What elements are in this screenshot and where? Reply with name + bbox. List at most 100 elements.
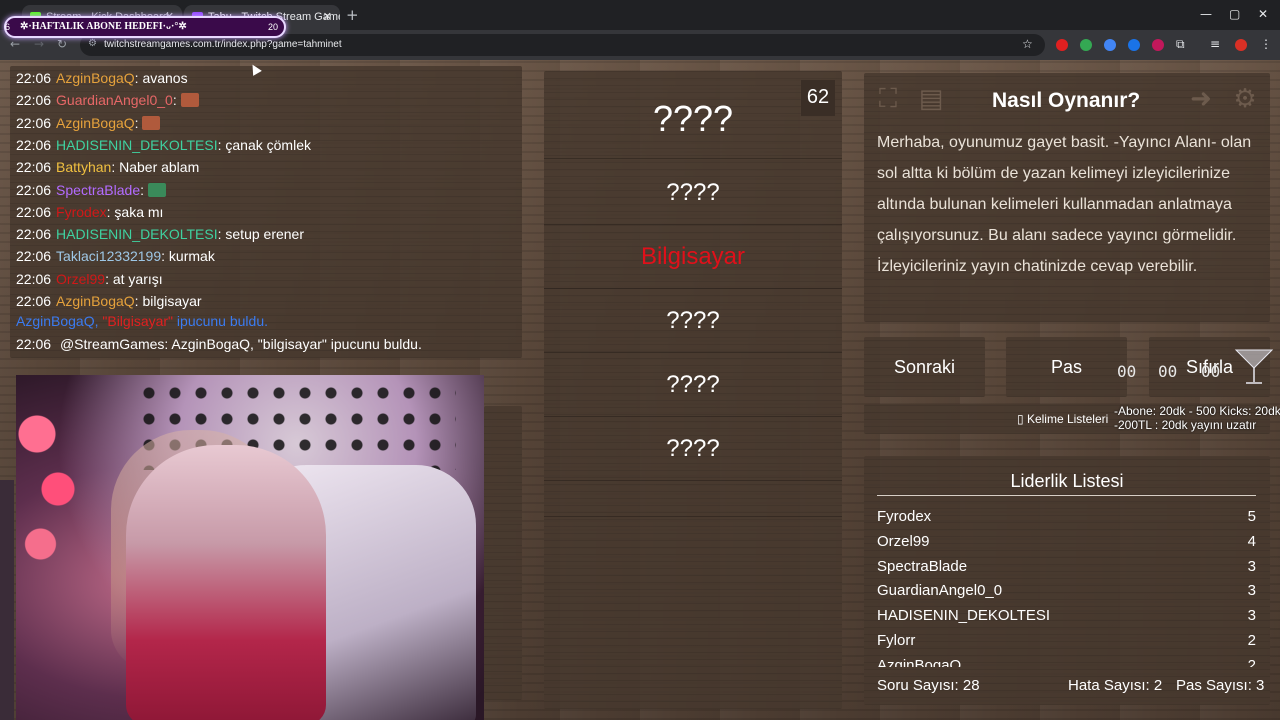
chat-message: 22:06 AzginBogaQ: bilgisayar — [16, 293, 202, 309]
chat-username[interactable]: AzginBogaQ — [56, 293, 135, 309]
extension-shield-icon[interactable] — [1080, 39, 1092, 51]
chat-message: 22:06 GuardianAngel0_0: — [16, 92, 199, 108]
bot-text: AzginBogaQ, "bilgisayar" ipucunu buldu. — [171, 336, 422, 352]
chat-text: kurmak — [168, 248, 215, 265]
main-word: ???? — [652, 98, 734, 139]
chat-username[interactable]: AzginBogaQ — [56, 115, 135, 131]
chat-text: setup erener — [225, 226, 304, 243]
chat-username[interactable]: HADISENIN_DEKOLTESI — [56, 226, 218, 242]
extension-icon[interactable] — [1128, 39, 1140, 51]
chat-message: 22:06 AzginBogaQ: — [16, 114, 161, 131]
question-count: Soru Sayısı: 28 — [877, 677, 980, 694]
chat-username[interactable]: AzginBogaQ — [56, 70, 135, 86]
message-time: 22:06 — [16, 92, 52, 109]
chat-emote-icon — [180, 93, 199, 108]
forward-icon[interactable]: → — [34, 37, 44, 51]
chat-message: 22:06 Orzel99: at yarışı — [16, 271, 163, 287]
webcam-streamer — [126, 445, 326, 720]
site-info-icon[interactable]: ⚙ — [88, 38, 97, 49]
chat-username[interactable]: Taklaci12332199 — [56, 248, 161, 264]
timer-digits: 00 — [1117, 362, 1137, 381]
hint-word: ???? — [666, 371, 720, 398]
leaderboard-score: 2 — [1247, 632, 1256, 649]
chat-username[interactable]: HADISENIN_DEKOLTESI — [56, 137, 218, 153]
hint-word-revealed: Bilgisayar — [640, 243, 746, 270]
chat-message: 22:06 Fyrodex: şaka mı — [16, 204, 163, 220]
hint-word: ???? — [666, 307, 720, 334]
leaderboard-row: Orzel99 4 — [877, 533, 1256, 551]
settings-gear-icon[interactable]: ⚙ — [1230, 84, 1260, 114]
chat-text: çanak çömlek — [225, 136, 311, 153]
extension-icon[interactable] — [1104, 39, 1116, 51]
media-icon[interactable]: ≡ — [1210, 37, 1220, 51]
bot-message: 22:06 @StreamGames: AzginBogaQ, "bilgisa… — [16, 336, 422, 352]
chat-message: 22:06 AzginBogaQ: avanos — [16, 70, 188, 86]
fullscreen-icon[interactable]: ⛶ — [873, 84, 903, 114]
bookmark-star-icon[interactable]: ☆ — [1022, 37, 1033, 51]
maximize-icon[interactable]: ▢ — [1229, 7, 1240, 21]
chat-separator: : — [161, 248, 169, 265]
how-to-play-title: Nasıl Oynanır? — [992, 89, 1141, 112]
pass-button[interactable]: Pas — [1006, 337, 1127, 397]
profile-avatar-icon[interactable] — [1235, 39, 1247, 51]
extension-icon[interactable] — [1056, 39, 1068, 51]
sub-goal-overlay: 6 ✲·HAFTALIK ABONE HEDEFI·ᴗ·°✲ 20 — [4, 16, 286, 38]
system-found-word: "Bilgisayar" — [102, 313, 174, 329]
leaderboard-score: 3 — [1247, 582, 1256, 600]
notes-icon[interactable]: ▤ — [916, 84, 946, 114]
message-time: 22:06 — [16, 159, 52, 176]
back-icon[interactable]: ← — [10, 37, 20, 51]
chat-message: 22:06 Battyhan: Naber ablam — [16, 159, 199, 175]
cocktail-glass-icon — [1234, 349, 1274, 384]
leaderboard-panel — [864, 456, 1270, 705]
leaderboard-name: GuardianAngel0_0 — [877, 582, 1003, 600]
divider — [544, 158, 842, 159]
leaderboard-score: 2 — [1247, 656, 1256, 667]
leaderboard-divider — [877, 495, 1256, 496]
menu-kebab-icon[interactable]: ⋮ — [1260, 37, 1272, 51]
message-time: 22:06 — [16, 114, 52, 131]
word-lists-button[interactable]: ▯ Kelime Listeleri — [1017, 412, 1108, 426]
chat-username[interactable]: Battyhan — [56, 159, 111, 175]
divider — [544, 416, 842, 417]
chat-separator: : — [134, 114, 143, 131]
timer-digits: 00 — [1201, 362, 1221, 381]
chat-separator: : — [172, 92, 181, 109]
divider — [544, 352, 842, 353]
chat-text: at yarışı — [112, 270, 163, 287]
chat-text: şaka mı — [114, 203, 164, 220]
message-time: 22:06 — [16, 70, 52, 86]
divider — [544, 480, 842, 481]
chat-username[interactable]: Orzel99 — [56, 271, 105, 287]
divider — [544, 516, 842, 517]
close-tab-icon[interactable]: ✕ — [323, 10, 332, 23]
chat-username[interactable]: SpectraBlade — [56, 182, 140, 198]
new-tab-icon[interactable]: + — [346, 6, 359, 24]
next-button[interactable]: Sonraki — [864, 337, 985, 397]
reload-icon[interactable]: ↻ — [57, 37, 67, 51]
chat-username[interactable]: Fyrodex — [56, 204, 107, 220]
minimize-icon[interactable]: — — [1200, 7, 1212, 21]
leaderboard-name: Fylorr — [877, 632, 916, 649]
how-to-play-text: Merhaba, oyunumuz gayet basit. -Yayıncı … — [877, 134, 1252, 275]
close-window-icon[interactable]: ✕ — [1258, 7, 1268, 21]
extensions-puzzle-icon[interactable]: ⧉ — [1176, 37, 1185, 52]
message-time: 22:06 — [16, 136, 52, 153]
leaderboard-score: 3 — [1247, 557, 1256, 575]
sub-goal-text: ✲·HAFTALIK ABONE HEDEFI·ᴗ·°✲ — [20, 21, 187, 32]
extension-icon[interactable] — [1152, 39, 1164, 51]
exit-icon[interactable]: ➜ — [1186, 84, 1216, 114]
system-found-suffix: ipucunu buldu. — [176, 313, 268, 329]
chat-message: 22:06 HADISENIN_DEKOLTESI: çanak çömlek — [16, 137, 311, 153]
sub-extension-info: -Abone: 20dk - 500 Kicks: 20dk -200TL : … — [1114, 404, 1280, 432]
message-time: 22:06 — [16, 248, 52, 265]
leaderboard-row: SpectraBlade 3 — [877, 558, 1256, 576]
hint-word: ???? — [666, 435, 720, 462]
leaderboard-row: Fyrodex 5 — [877, 508, 1256, 526]
chat-separator: : — [111, 159, 120, 176]
chat-text: bilgisayar — [142, 293, 202, 309]
system-found-message: AzginBogaQ, "Bilgisayar" ipucunu buldu. — [16, 313, 268, 329]
leaderboard-name: Orzel99 — [877, 532, 930, 550]
error-count: Hata Sayısı: 2 — [1068, 677, 1163, 694]
chat-username[interactable]: GuardianAngel0_0 — [56, 92, 173, 108]
